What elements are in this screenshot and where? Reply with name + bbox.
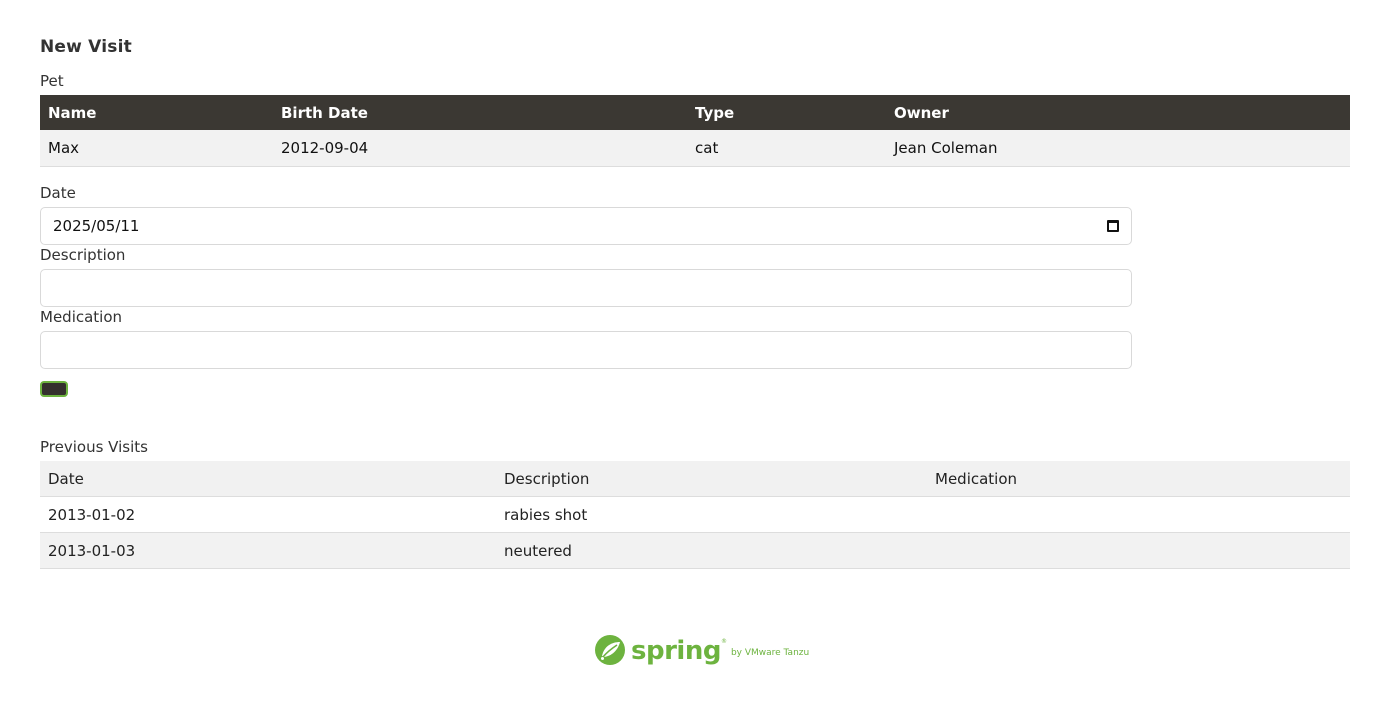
visits-table: Date Description Medication 2013-01-02 r… — [40, 461, 1350, 569]
visit-medication — [927, 533, 1350, 569]
pet-table: Name Birth Date Type Owner Max 2012-09-0… — [40, 95, 1350, 167]
vmware-tanzu-byline: by VMware Tanzu — [730, 648, 810, 658]
page-title: New Visit — [40, 37, 132, 57]
pet-header-type: Type — [695, 103, 735, 122]
table-row: 2013-01-03 neutered — [40, 532, 1350, 569]
visits-header-description: Description — [504, 469, 590, 488]
pet-header-name: Name — [48, 103, 97, 122]
calendar-icon[interactable] — [1107, 220, 1119, 232]
pet-table-header: Name Birth Date Type Owner — [40, 95, 1350, 130]
visit-description: rabies shot — [504, 505, 588, 524]
pet-birth-date: 2012-09-04 — [281, 139, 369, 157]
visit-medication — [927, 497, 1350, 533]
date-input-value: 2025/05/11 — [53, 217, 140, 235]
visit-date: 2013-01-03 — [48, 541, 136, 560]
spring-wordmark: spring — [631, 636, 721, 666]
visits-header-date: Date — [48, 469, 84, 488]
date-input[interactable]: 2025/05/11 — [40, 207, 1132, 245]
spring-leaf-icon — [595, 635, 625, 665]
new-visit-page: New Visit Pet Name Birth Date Type Owner… — [0, 0, 1400, 726]
pet-owner: Jean Coleman — [894, 139, 998, 157]
visit-description: neutered — [504, 541, 572, 560]
date-label: Date — [40, 184, 76, 202]
visits-table-header: Date Description Medication — [40, 461, 1350, 497]
pet-header-owner: Owner — [894, 103, 949, 122]
add-visit-button[interactable] — [40, 381, 68, 397]
registered-mark: ® — [720, 638, 727, 645]
visit-date: 2013-01-02 — [48, 505, 136, 524]
table-row: 2013-01-02 rabies shot — [40, 496, 1350, 533]
medication-label: Medication — [40, 308, 123, 326]
spring-logo: spring ® by VMware Tanzu — [594, 630, 809, 666]
pet-name: Max — [48, 139, 80, 157]
pet-type: cat — [695, 139, 719, 157]
pet-section-label: Pet — [40, 72, 64, 90]
pet-row: Max 2012-09-04 cat Jean Coleman — [40, 130, 1350, 167]
description-input[interactable] — [40, 269, 1132, 307]
pet-header-birth-date: Birth Date — [281, 103, 368, 122]
previous-visits-label: Previous Visits — [40, 438, 148, 456]
description-label: Description — [40, 246, 126, 264]
visits-header-medication: Medication — [935, 469, 1018, 488]
medication-input[interactable] — [40, 331, 1132, 369]
